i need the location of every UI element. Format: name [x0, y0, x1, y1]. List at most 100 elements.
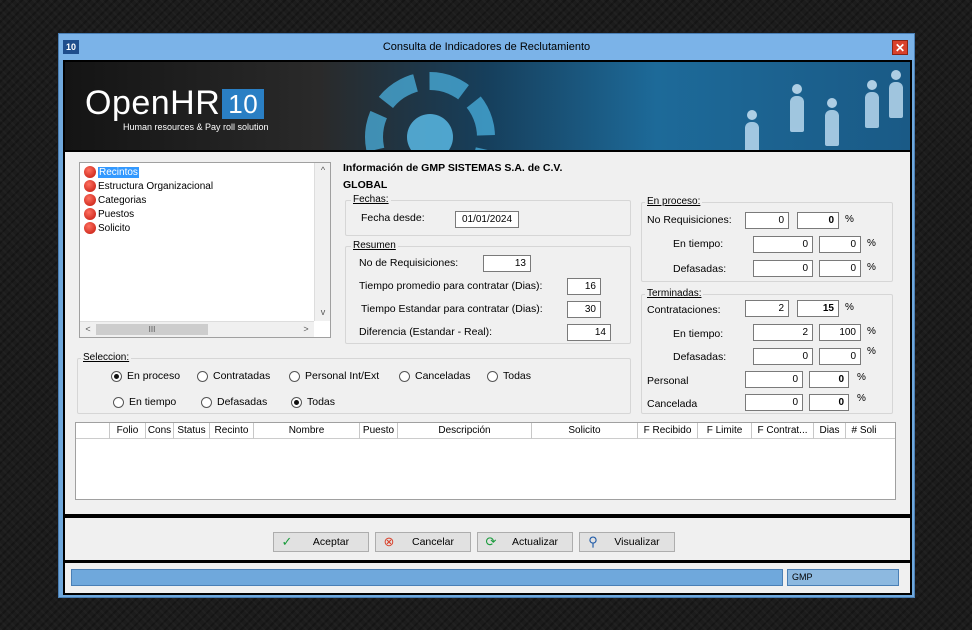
- tree-item-solicito[interactable]: Solicito: [84, 221, 130, 235]
- percent-sign: %: [845, 214, 854, 225]
- radio-defasadas[interactable]: Defasadas: [201, 396, 267, 408]
- radio-on-icon: [291, 396, 302, 408]
- cancelar-button[interactable]: ⊗ Cancelar: [375, 532, 471, 552]
- button-label: Actualizar: [511, 536, 559, 548]
- red-circle-icon: [84, 166, 96, 178]
- contrataciones-pct[interactable]: 15: [797, 300, 839, 317]
- close-button[interactable]: ✕: [892, 40, 908, 55]
- radio-off-icon: [399, 370, 410, 382]
- results-grid[interactable]: Folio Cons Status Recinto Nombre Puesto …: [75, 422, 896, 500]
- grid-col-selector[interactable]: [76, 423, 110, 439]
- radio-label: Canceladas: [415, 370, 471, 382]
- status-bar: GMP: [65, 563, 910, 593]
- cancelada-pct[interactable]: 0: [809, 394, 849, 411]
- radio-off-icon: [113, 396, 124, 408]
- radio-personal-int-ext[interactable]: Personal Int/Ext: [289, 370, 379, 382]
- company-info: Información de GMP SISTEMAS S.A. de C.V.: [343, 162, 563, 174]
- en-proceso-en-tiempo-pct[interactable]: 0: [819, 236, 861, 253]
- no-requisiciones-value[interactable]: 13: [483, 255, 531, 272]
- tree-item-categorias[interactable]: Categorias: [84, 193, 146, 207]
- grid-col-num-soli[interactable]: # Soli: [846, 423, 882, 439]
- main-panel: Recintos Estructura Organizacional Categ…: [65, 152, 910, 514]
- contrataciones-value[interactable]: 2: [745, 300, 789, 317]
- check-circle-icon: ✓: [281, 534, 293, 549]
- percent-sign: %: [845, 302, 854, 313]
- percent-sign: %: [867, 238, 876, 249]
- scroll-up-icon[interactable]: ^: [315, 163, 331, 179]
- tree-item-label: Solicito: [98, 222, 131, 234]
- button-label: Visualizar: [614, 536, 660, 548]
- personal-value[interactable]: 0: [745, 371, 803, 388]
- en-proceso-requisiciones-value[interactable]: 0: [745, 212, 789, 229]
- scroll-right-icon[interactable]: >: [298, 322, 314, 338]
- button-bar: ✓ Aceptar ⊗ Cancelar ⟳ Actualizar ⚲ Visu…: [65, 518, 910, 560]
- contrataciones-label: Contrataciones:: [647, 304, 721, 316]
- cancelada-value[interactable]: 0: [745, 394, 803, 411]
- radio-on-icon: [111, 370, 122, 382]
- grid-col-folio[interactable]: Folio: [110, 423, 146, 439]
- radio-label: Personal Int/Ext: [305, 370, 380, 382]
- terminadas-en-tiempo-pct[interactable]: 100: [819, 324, 861, 341]
- grid-col-solicito[interactable]: Solicito: [532, 423, 638, 439]
- tiempo-promedio-value[interactable]: 16: [567, 278, 601, 295]
- red-circle-icon: [84, 180, 96, 192]
- tree-item-recintos[interactable]: Recintos: [84, 165, 139, 179]
- fecha-desde-input[interactable]: 01/01/2024: [455, 211, 519, 228]
- tiempo-promedio-label: Tiempo promedio para contratar (Dias):: [359, 280, 543, 292]
- scroll-left-icon[interactable]: <: [80, 322, 96, 338]
- person-figure: [889, 70, 903, 118]
- grid-col-status[interactable]: Status: [174, 423, 210, 439]
- radio-label: Todas: [503, 370, 532, 382]
- radio-todas-tiempo[interactable]: Todas: [291, 396, 335, 408]
- tiempo-estandar-value[interactable]: 30: [567, 301, 601, 318]
- grid-col-recinto[interactable]: Recinto: [210, 423, 254, 439]
- en-proceso-en-tiempo-label: En tiempo:: [673, 238, 724, 250]
- visualizar-button[interactable]: ⚲ Visualizar: [579, 532, 675, 552]
- radio-en-tiempo[interactable]: En tiempo: [113, 396, 176, 408]
- radio-todas-estado[interactable]: Todas: [487, 370, 531, 382]
- en-proceso-requisiciones-pct[interactable]: 0: [797, 212, 839, 229]
- terminadas-en-tiempo-value[interactable]: 2: [753, 324, 813, 341]
- diferencia-label: Diferencia (Estandar - Real):: [359, 326, 493, 338]
- actualizar-button[interactable]: ⟳ Actualizar: [477, 532, 573, 552]
- grid-col-descripcion[interactable]: Descripción: [398, 423, 532, 439]
- aceptar-button[interactable]: ✓ Aceptar: [273, 532, 369, 552]
- grid-col-f-contrat[interactable]: F Contrat...: [752, 423, 814, 439]
- scroll-thumb[interactable]: III: [96, 324, 208, 335]
- tree-item-estructura[interactable]: Estructura Organizacional: [84, 179, 213, 193]
- terminadas-defasadas-pct[interactable]: 0: [819, 348, 861, 365]
- percent-sign: %: [867, 346, 876, 357]
- filter-tree[interactable]: Recintos Estructura Organizacional Categ…: [79, 162, 331, 338]
- scroll-down-icon[interactable]: v: [315, 305, 331, 321]
- en-proceso-defasadas-value[interactable]: 0: [753, 260, 813, 277]
- grid-col-cons[interactable]: Cons: [146, 423, 174, 439]
- radio-contratadas[interactable]: Contratadas: [197, 370, 270, 382]
- grid-col-puesto[interactable]: Puesto: [360, 423, 398, 439]
- tree-vertical-scrollbar[interactable]: ^ v: [314, 163, 330, 321]
- grid-col-nombre[interactable]: Nombre: [254, 423, 360, 439]
- grid-col-f-limite[interactable]: F Limite: [698, 423, 752, 439]
- radio-off-icon: [289, 370, 300, 382]
- scope-label: GLOBAL: [343, 179, 388, 191]
- radio-canceladas[interactable]: Canceladas: [399, 370, 470, 382]
- terminadas-defasadas-value[interactable]: 0: [753, 348, 813, 365]
- tree-horizontal-scrollbar[interactable]: < III >: [80, 321, 314, 337]
- tree-item-puestos[interactable]: Puestos: [84, 207, 134, 221]
- person-figure: [825, 98, 839, 146]
- red-circle-icon: [84, 208, 96, 220]
- grid-col-f-recibido[interactable]: F Recibido: [638, 423, 698, 439]
- personal-pct[interactable]: 0: [809, 371, 849, 388]
- client-area: OpenHR 10 Human resources & Pay roll sol…: [63, 60, 912, 595]
- en-proceso-defasadas-pct[interactable]: 0: [819, 260, 861, 277]
- diferencia-value[interactable]: 14: [567, 324, 611, 341]
- radio-label: Defasadas: [217, 396, 268, 408]
- radio-en-proceso[interactable]: En proceso: [111, 370, 180, 382]
- radio-label: Contratadas: [213, 370, 271, 382]
- status-progress-panel: [71, 569, 783, 586]
- radio-off-icon: [487, 370, 498, 382]
- tree-item-label: Categorias: [98, 194, 147, 206]
- en-proceso-en-tiempo-value[interactable]: 0: [753, 236, 813, 253]
- title-bar[interactable]: 10 Consulta de Indicadores de Reclutamie…: [59, 34, 914, 60]
- grid-col-dias[interactable]: Dias: [814, 423, 846, 439]
- red-circle-icon: [84, 194, 96, 206]
